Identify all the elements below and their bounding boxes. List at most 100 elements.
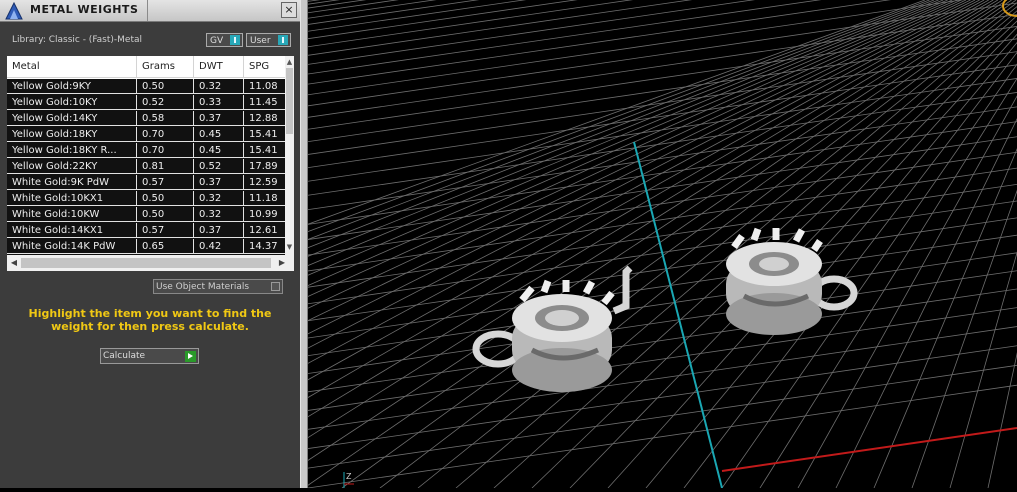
- cell-metal: White Gold:10KX1: [7, 191, 137, 206]
- grid-line: [189, 0, 999, 489]
- user-toggle[interactable]: User: [246, 33, 291, 47]
- horizontal-scrollbar[interactable]: ◀ ▶: [7, 255, 294, 271]
- cell-dwt: 0.32: [194, 207, 244, 222]
- grid-line: [835, 118, 1017, 489]
- axis-gizmo-label: Z: [346, 472, 352, 481]
- vertical-scrollbar[interactable]: ▲ ▼: [285, 56, 294, 255]
- column-header-grams[interactable]: Grams: [137, 56, 194, 78]
- grid-line: [307, 26, 1017, 130]
- cell-grams: 0.58: [137, 111, 194, 126]
- cell-metal: Yellow Gold:9KY: [7, 79, 137, 94]
- 3d-viewport[interactable]: Z: [0, 0, 1017, 489]
- cell-dwt: 0.45: [194, 127, 244, 142]
- grid-line: [307, 326, 1017, 430]
- scroll-up-icon[interactable]: ▲: [285, 57, 294, 67]
- vertical-scroll-thumb[interactable]: [286, 68, 293, 134]
- cell-metal: White Gold:14K PdW: [7, 239, 137, 254]
- cell-spg: 11.18: [244, 191, 285, 206]
- scroll-left-icon[interactable]: ◀: [9, 257, 19, 269]
- cell-dwt: 0.37: [194, 223, 244, 238]
- table-body: Yellow Gold:9KY 0.50 0.32 11.08 Yellow Gold:…: [7, 79, 285, 255]
- grid-line: [379, 2, 1017, 489]
- grid-line: [987, 352, 1017, 489]
- cell-metal: Yellow Gold:22KY: [7, 159, 137, 174]
- user-toggle-label: User: [250, 36, 271, 46]
- use-object-materials-checkbox[interactable]: Use Object Materials: [153, 279, 283, 294]
- grid-line: [0, 0, 957, 422]
- calculate-button[interactable]: Calculate: [100, 348, 199, 364]
- grid-line: [307, 78, 1017, 182]
- cell-dwt: 0.32: [194, 79, 244, 94]
- grid-line: [307, 270, 1017, 374]
- cell-spg: 15.41: [244, 127, 285, 142]
- gv-toggle[interactable]: GV: [206, 33, 243, 47]
- cell-grams: 0.81: [137, 159, 194, 174]
- scroll-right-icon[interactable]: ▶: [277, 257, 287, 269]
- grid-line: [759, 77, 1017, 489]
- table-row[interactable]: Yellow Gold:9KY 0.50 0.32 11.08: [7, 79, 285, 94]
- table-row[interactable]: Yellow Gold:14KY 0.58 0.37 12.88: [7, 111, 285, 126]
- table-row[interactable]: Yellow Gold:18KY 0.70 0.45 15.41: [7, 127, 285, 142]
- horizontal-scroll-thumb[interactable]: [21, 258, 271, 268]
- cell-grams: 0.70: [137, 127, 194, 142]
- table-row[interactable]: Yellow Gold:22KY 0.81 0.52 17.89: [7, 159, 285, 174]
- table-row[interactable]: White Gold:14KX1 0.57 0.37 12.61: [7, 223, 285, 238]
- checkbox-box-icon: [271, 282, 280, 291]
- cell-metal: White Gold:9K PdW: [7, 175, 137, 190]
- toggle-knob-icon: [230, 35, 240, 45]
- metal-weights-table: Metal Grams DWT SPG Yellow Gold:9KY 0.50 0…: [7, 56, 294, 271]
- table-row[interactable]: Yellow Gold:10KY 0.52 0.33 11.45: [7, 95, 285, 110]
- table-row[interactable]: White Gold:10KX1 0.50 0.32 11.18: [7, 191, 285, 206]
- cell-grams: 0.57: [137, 175, 194, 190]
- cell-grams: 0.52: [137, 95, 194, 110]
- column-header-metal[interactable]: Metal: [7, 56, 137, 78]
- grid-line: [227, 0, 1003, 489]
- column-header-dwt[interactable]: DWT: [194, 56, 244, 78]
- table-row[interactable]: White Gold:14K PdW 0.65 0.42 14.37: [7, 239, 285, 254]
- cell-dwt: 0.33: [194, 95, 244, 110]
- panel-titlebar[interactable]: METAL WEIGHTS ×: [0, 0, 300, 22]
- grid-line: [307, 307, 1017, 411]
- gv-toggle-label: GV: [210, 36, 224, 46]
- close-button[interactable]: ×: [281, 2, 297, 18]
- scroll-down-icon[interactable]: ▼: [285, 242, 294, 252]
- cell-grams: 0.65: [137, 239, 194, 254]
- cell-grams: 0.50: [137, 191, 194, 206]
- cell-spg: 17.89: [244, 159, 285, 174]
- grid-line: [307, 151, 1017, 256]
- cell-metal: White Gold:14KX1: [7, 223, 137, 238]
- cell-dwt: 0.37: [194, 175, 244, 190]
- cell-spg: 14.37: [244, 239, 285, 254]
- cell-spg: 15.41: [244, 143, 285, 158]
- cell-metal: Yellow Gold:14KY: [7, 111, 137, 126]
- instruction-text: Highlight the item you want to find the …: [28, 307, 272, 333]
- grid-line: [0, 0, 948, 394]
- grid-line: [307, 183, 1017, 288]
- grid-line: [307, 0, 693, 56]
- cell-dwt: 0.45: [194, 143, 244, 158]
- cell-spg: 10.99: [244, 207, 285, 222]
- grid-line: [307, 106, 1017, 211]
- grid-line: [307, 92, 1017, 196]
- cell-dwt: 0.42: [194, 239, 244, 254]
- cell-dwt: 0.32: [194, 191, 244, 206]
- grid-line: [307, 384, 1017, 489]
- x-axis-line: [721, 427, 1017, 472]
- cell-metal: Yellow Gold:18KY R...: [7, 143, 137, 158]
- cell-metal: White Gold:10KW: [7, 207, 137, 222]
- library-label: Library: Classic - (Fast)-Metal: [12, 35, 143, 45]
- table-row[interactable]: White Gold:10KW 0.50 0.32 10.99: [7, 207, 285, 222]
- panel-splitter[interactable]: [300, 0, 308, 488]
- viewport-canvas[interactable]: Z: [0, 0, 1017, 489]
- column-header-spg[interactable]: SPG: [244, 56, 285, 78]
- calculate-label: Calculate: [103, 351, 146, 361]
- grid-line: [307, 14, 1017, 118]
- panel-title: METAL WEIGHTS: [30, 3, 139, 16]
- y-axis-line: [633, 141, 723, 489]
- cell-metal: Yellow Gold:18KY: [7, 127, 137, 142]
- play-arrow-icon: [185, 351, 196, 362]
- app-logo-icon: [5, 1, 23, 20]
- table-row[interactable]: White Gold:9K PdW 0.57 0.37 12.59: [7, 175, 285, 190]
- cell-grams: 0.70: [137, 143, 194, 158]
- table-row[interactable]: Yellow Gold:18KY R... 0.70 0.45 15.41: [7, 143, 285, 158]
